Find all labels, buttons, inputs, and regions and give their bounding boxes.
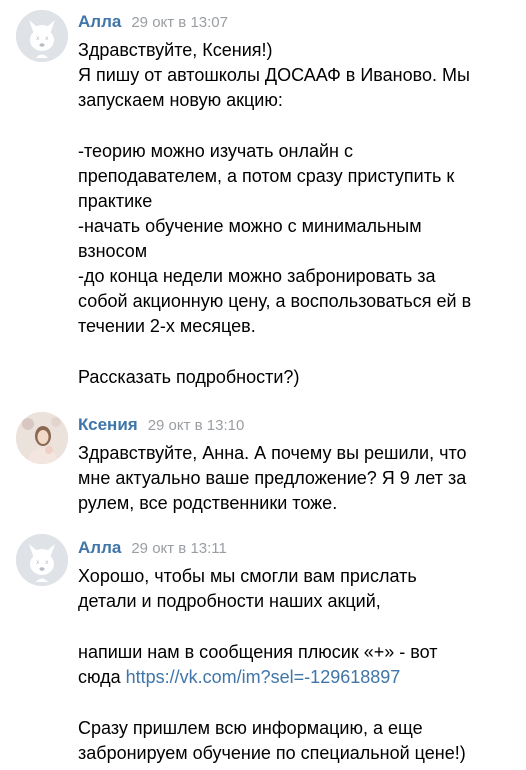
message-time[interactable]: 29 окт в 13:07 [131,14,228,31]
message-text: Хорошо, чтобы мы смогли вам прислать дет… [78,564,520,766]
text-line: взносом [78,241,148,261]
link-prefix: сюда [78,667,126,687]
message-text: Здравствуйте, Ксения!) Я пишу от автошко… [78,38,520,390]
text-line: рулем, все родственники тоже. [78,493,338,513]
author-name[interactable]: Алла [78,538,121,557]
text-line: запускаем новую акцию: [78,90,283,110]
author-name[interactable]: Алла [78,12,121,31]
user-photo-icon [16,412,68,464]
text-line: забронируем обучение по специальной цене… [78,743,466,763]
svg-text:x: x [45,559,49,566]
vk-link[interactable]: https://vk.com/im?sel=-129618897 [126,667,401,687]
avatar[interactable]: x x [16,10,68,62]
text-line: Здравствуйте, Анна. А почему вы решили, … [78,443,467,463]
svg-text:x: x [45,35,49,42]
message-header: Алла 29 окт в 13:11 [78,538,227,558]
avatar[interactable]: x x [16,534,68,586]
text-line: мне актуально ваше предложение? Я 9 лет … [78,468,467,488]
text-line: -до конца недели можно забронировать за [78,266,436,286]
text-line: Сразу пришлем всю информацию, а еще [78,718,423,738]
text-line-with-link: сюда https://vk.com/im?sel=-129618897 [78,665,520,690]
text-line: течении 2-х месяцев. [78,316,256,336]
message-time[interactable]: 29 окт в 13:11 [131,540,227,557]
text-line: -теорию можно изучать онлайн с [78,141,353,161]
dog-avatar-icon: x x [16,10,68,62]
text-line: -начать обучение можно с минимальным [78,216,422,236]
text-line: детали и подробности наших акций, [78,591,381,611]
author-name[interactable]: Ксения [78,415,138,434]
message-time[interactable]: 29 окт в 13:10 [148,417,245,434]
text-line: Рассказать подробности?) [78,367,300,387]
message-header: Алла 29 окт в 13:07 [78,12,228,32]
text-line: напиши нам в сообщения плюсик «+» - вот [78,642,438,662]
message-header: Ксения 29 окт в 13:10 [78,415,244,435]
text-line: Здравствуйте, Ксения!) [78,40,273,60]
svg-text:x: x [36,559,40,566]
text-line: практике [78,191,153,211]
text-line: преподавателем, а потом сразу приступить… [78,166,455,186]
message-text: Здравствуйте, Анна. А почему вы решили, … [78,441,520,516]
svg-text:x: x [36,35,40,42]
text-line: собой акционную цену, а воспользоваться … [78,291,472,311]
dog-avatar-icon: x x [16,534,68,586]
avatar[interactable] [16,412,68,464]
text-line: Хорошо, чтобы мы смогли вам прислать [78,566,417,586]
text-line: Я пишу от автошколы ДОСААФ в Иваново. Мы [78,65,470,85]
